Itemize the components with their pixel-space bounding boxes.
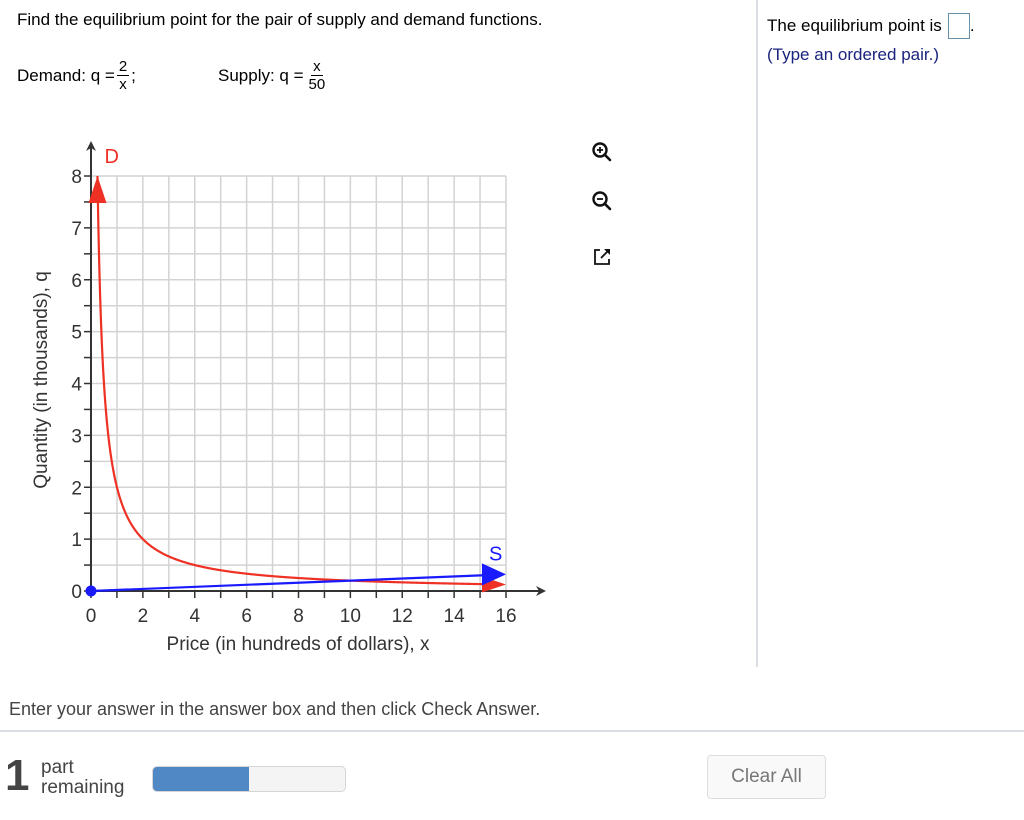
curves: DS xyxy=(85,146,506,597)
open-new-window-button[interactable] xyxy=(585,240,619,274)
y-tick-label: 7 xyxy=(71,219,82,240)
parts-remaining-count: 1 xyxy=(5,751,30,800)
grid xyxy=(91,175,507,591)
answer-prefix: The equilibrium point is xyxy=(767,16,942,35)
x-tick-label: 12 xyxy=(392,606,413,627)
x-tick-label: 2 xyxy=(138,606,149,627)
demand-numerator: 2 xyxy=(116,58,130,76)
supply-denominator: 50 xyxy=(308,76,326,93)
demand-equation: Demand: q = 2 x ; xyxy=(17,58,136,93)
demand-curve-label: D xyxy=(104,146,118,168)
y-tick-label: 5 xyxy=(71,323,82,344)
axes xyxy=(86,141,546,596)
instruction-text: Enter your answer in the answer box and … xyxy=(9,699,541,719)
x-tick-label: 6 xyxy=(241,606,252,627)
x-tick-label: 8 xyxy=(293,606,304,627)
x-axis-label: Price (in hundreds of dollars), x xyxy=(167,634,430,655)
supply-demand-graph[interactable]: 0 2 4 6 8 10 12 14 16012345678 DS Price (in hund… xyxy=(0,130,660,670)
demand-suffix: ; xyxy=(131,65,136,85)
clear-all-button[interactable]: Clear All xyxy=(707,755,826,799)
y-tick-label: 2 xyxy=(71,478,82,499)
zoom-in-icon xyxy=(592,142,612,162)
answer-input[interactable] xyxy=(947,13,970,39)
supply-label: Supply: q = xyxy=(218,65,304,85)
parts-remaining-label: part remaining xyxy=(41,758,124,798)
parts-label-line1: part xyxy=(41,757,74,778)
footer-divider xyxy=(0,730,1024,732)
y-tick-label: 8 xyxy=(71,167,82,188)
x-tick-label: 10 xyxy=(340,606,361,627)
zoom-in-button[interactable] xyxy=(585,135,619,169)
y-tick-label: 6 xyxy=(71,271,82,292)
progress-bar xyxy=(152,766,346,792)
zoom-out-button[interactable] xyxy=(585,184,619,218)
supply-equation: Supply: q = x 50 xyxy=(218,58,327,93)
y-tick-label: 1 xyxy=(71,530,82,551)
open-new-window-icon xyxy=(594,249,610,265)
panel-divider xyxy=(756,0,758,667)
demand-label: Demand: q = xyxy=(17,65,115,85)
answer-suffix: . xyxy=(969,16,975,35)
progress-fill xyxy=(153,767,249,791)
demand-curve xyxy=(96,175,483,586)
y-tick-label: 3 xyxy=(71,426,82,447)
supply-numerator: x xyxy=(311,58,323,76)
demand-denominator: x xyxy=(119,76,127,93)
x-tick-label: 0 xyxy=(86,606,97,627)
parts-label-line2: remaining xyxy=(41,777,125,798)
x-tick-label: 14 xyxy=(444,606,466,627)
y-tick-label: 4 xyxy=(71,375,82,396)
demand-fraction: 2 x xyxy=(116,58,130,93)
x-tick-label: 16 xyxy=(495,606,516,627)
supply-start-point xyxy=(85,585,97,597)
answer-hint: (Type an ordered pair.) xyxy=(767,45,939,64)
supply-curve-label: S xyxy=(489,543,502,565)
supply-fraction: x 50 xyxy=(309,58,326,93)
question-prompt: Find the equilibrium point for the pair … xyxy=(17,10,543,29)
y-axis-label: Quantity (in thousands), q xyxy=(31,271,52,489)
answer-panel: The equilibrium point is . (Type an orde… xyxy=(767,13,975,65)
y-tick-label: 0 xyxy=(71,582,82,603)
x-tick-label: 4 xyxy=(189,606,200,627)
ticks: 0 2 4 6 8 10 12 14 16012345678 xyxy=(71,167,516,627)
zoom-out-icon xyxy=(592,191,612,211)
